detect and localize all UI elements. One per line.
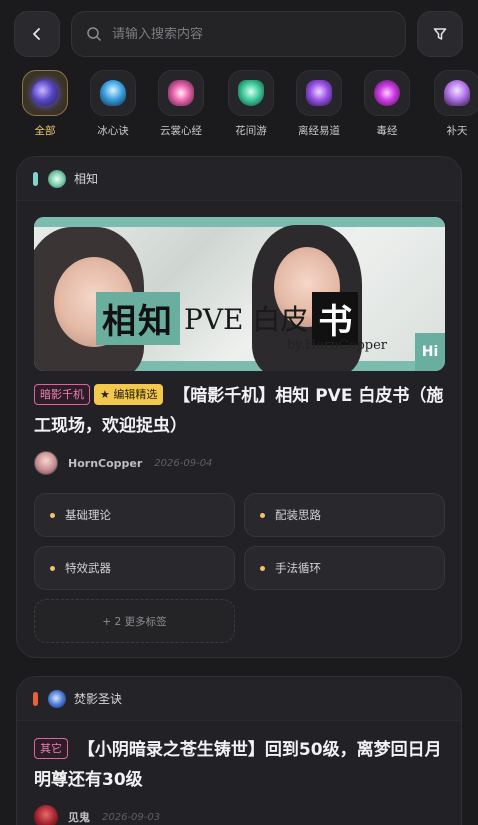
post-title[interactable]: 其它 【小阴暗录之苍生铸世】回到50级，离梦回日月明尊还有30级 — [34, 735, 446, 795]
post-cover-image[interactable]: 相知 PVE 白皮 书 by.HornCopper Hi — [34, 217, 445, 371]
section-xiangzhi-icon — [48, 169, 66, 188]
more-tags-button[interactable]: + 2 更多标签 — [34, 599, 235, 643]
category-label: 花间游 — [235, 125, 267, 137]
category-bingxin[interactable]: 冰心诀 — [88, 70, 138, 138]
category-lijing[interactable]: 离经易道 — [294, 70, 344, 138]
top-bar — [14, 11, 463, 57]
section-color-bar — [33, 171, 38, 186]
chip-dot — [50, 565, 55, 571]
chip-dot — [50, 512, 55, 518]
yunshang-icon — [168, 80, 194, 106]
banner-stripe — [34, 217, 445, 227]
category-label: 毒经 — [376, 125, 398, 137]
category-tag: 其它 — [34, 738, 68, 759]
category-butian[interactable]: 补天 — [432, 70, 478, 138]
chevron-left-icon — [33, 28, 40, 40]
avatar — [34, 805, 58, 825]
back-button[interactable] — [14, 11, 60, 57]
category-label: 冰心诀 — [97, 125, 129, 137]
card-header: 焚影圣诀 — [17, 677, 461, 721]
filter-button[interactable] — [417, 11, 463, 57]
author-name: HornCopper — [68, 456, 143, 470]
category-yunshang[interactable]: 云裳心经 — [156, 70, 206, 138]
lijing-icon — [306, 80, 332, 106]
chip-label: 特效武器 — [65, 561, 111, 575]
banner-title-main: 相知 — [96, 291, 180, 345]
avatar — [34, 451, 58, 475]
category-label: 离经易道 — [298, 125, 340, 137]
topic-chip[interactable]: 手法循环 — [244, 546, 445, 590]
category-dujing[interactable]: 毒经 — [362, 70, 412, 138]
post-author[interactable]: HornCopper 2026-09-04 — [34, 451, 212, 475]
post-card[interactable]: 相知 相知 PVE 白皮 书 by.HornCopper Hi 暗影千机 ★ 编辑… — [16, 156, 462, 658]
author-class-tag: 暗影千机 — [34, 384, 90, 405]
bingxin-icon — [100, 80, 126, 106]
search-input[interactable] — [112, 26, 372, 42]
all-orb-icon — [32, 80, 58, 106]
banner-corner-badge: Hi — [415, 333, 445, 371]
section-fenying-icon — [48, 689, 66, 708]
dujing-icon — [374, 80, 400, 106]
huajian-icon — [238, 80, 264, 106]
banner-byline: by.HornCopper — [286, 338, 387, 353]
topic-chip[interactable]: 配装思路 — [244, 493, 445, 537]
butian-icon — [444, 80, 470, 106]
more-tags-label: + 2 更多标签 — [102, 615, 167, 628]
chip-dot — [260, 512, 265, 518]
section-title: 焚影圣诀 — [74, 692, 123, 706]
filter-icon — [433, 28, 447, 40]
banner-title-end: 书 — [312, 291, 359, 345]
category-label: 补天 — [446, 125, 468, 137]
topic-chip[interactable]: 特效武器 — [34, 546, 235, 590]
post-date: 2026-09-04 — [154, 457, 213, 469]
post-author[interactable]: 见鬼 2026-09-03 — [34, 805, 160, 825]
chip-label: 配装思路 — [275, 508, 321, 522]
card-header: 相知 — [17, 157, 461, 201]
chip-label: 手法循环 — [275, 561, 321, 575]
category-all[interactable]: 全部 — [20, 70, 70, 138]
search-box[interactable] — [71, 11, 406, 57]
banner-title-mid: PVE 白皮 — [184, 303, 309, 336]
search-icon — [87, 27, 101, 41]
post-card[interactable]: 焚影圣诀 其它 【小阴暗录之苍生铸世】回到50级，离梦回日月明尊还有30级 见鬼… — [16, 676, 462, 825]
section-title: 相知 — [74, 172, 99, 186]
section-color-bar — [33, 691, 38, 706]
post-title[interactable]: 暗影千机 ★ 编辑精选 【暗影千机】相知 PVE 白皮书（施工现场，欢迎捉虫） — [34, 381, 446, 441]
category-label: 云裳心经 — [160, 125, 202, 137]
banner-title: 相知 PVE 白皮 书 — [96, 291, 359, 345]
editor-pick-badge: ★ 编辑精选 — [94, 384, 164, 405]
chip-label: 基础理论 — [65, 508, 111, 522]
category-strip: 全部 冰心诀 云裳心经 花间游 离经易道 毒经 补天 — [20, 70, 478, 140]
author-name: 见鬼 — [68, 811, 90, 824]
post-title-text: 【小阴暗录之苍生铸世】回到50级，离梦回日月明尊还有30级 — [34, 740, 442, 790]
category-huajian[interactable]: 花间游 — [226, 70, 276, 138]
post-date: 2026-09-03 — [102, 811, 161, 823]
category-label: 全部 — [34, 125, 56, 137]
chip-dot — [260, 565, 265, 571]
topic-chip[interactable]: 基础理论 — [34, 493, 235, 537]
